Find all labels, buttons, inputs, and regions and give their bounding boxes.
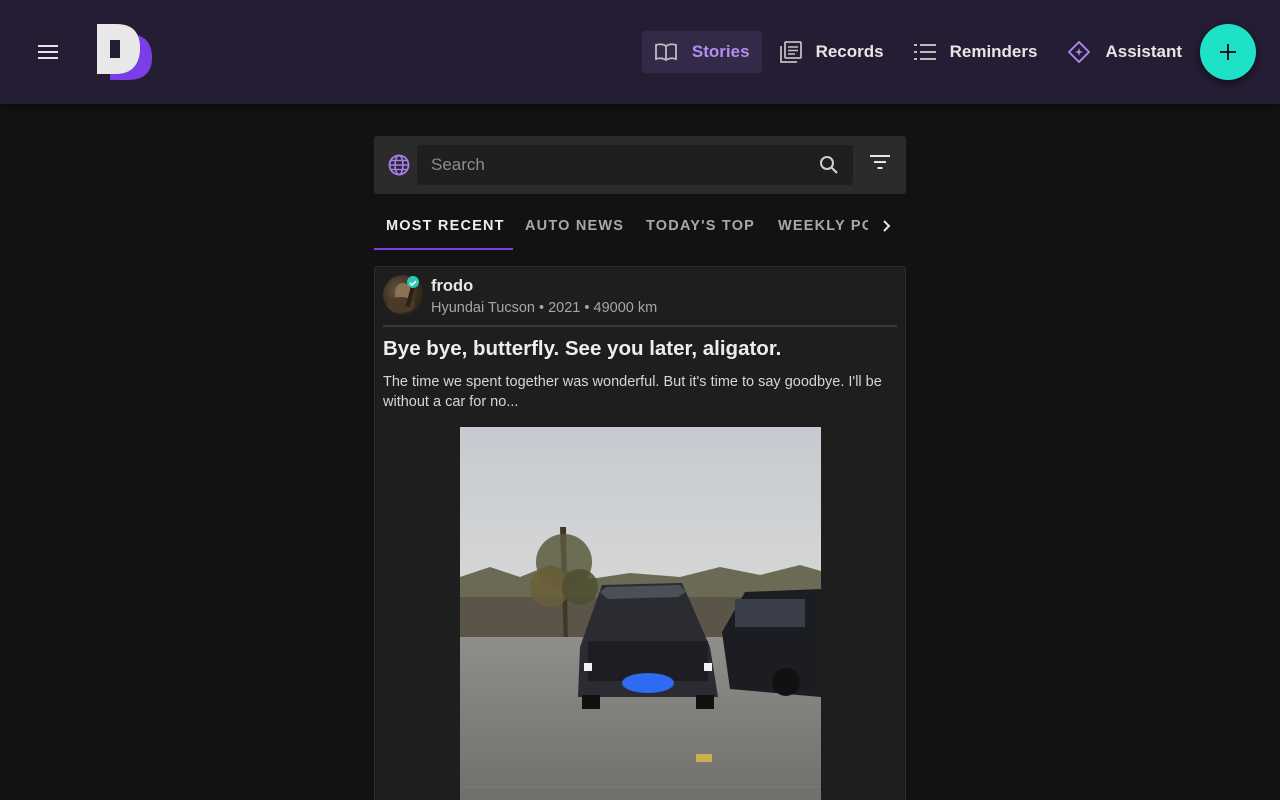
globe-icon[interactable]: [388, 154, 410, 176]
main-nav: Stories Records Reminders Assistant: [641, 31, 1194, 73]
book-open-icon: [655, 43, 677, 62]
nav-records-label: Records: [815, 42, 884, 61]
tab-most-recent[interactable]: MOST RECENT: [386, 202, 505, 250]
create-button[interactable]: [1200, 24, 1256, 80]
car-photo: [460, 427, 821, 800]
story-excerpt: The time we spent together was wonderful…: [383, 374, 882, 410]
menu-button[interactable]: [30, 34, 66, 70]
nav-assistant[interactable]: Assistant: [1055, 31, 1194, 73]
tab-auto-news[interactable]: AUTO NEWS: [525, 202, 624, 250]
tab-todays-top[interactable]: TODAY'S TOP: [646, 202, 755, 250]
top-app-bar: Stories Records Reminders Assistant: [0, 0, 1280, 104]
story-card[interactable]: frodo Hyundai Tucson • 2021 • 49000 km B…: [374, 266, 906, 800]
feed-tabs: MOST RECENT AUTO NEWS TODAY'S TOP WEEKLY…: [374, 202, 906, 250]
nav-stories-label: Stories: [691, 42, 750, 61]
app-logo[interactable]: [96, 22, 154, 82]
search-icon[interactable]: [819, 155, 839, 175]
nav-reminders-label: Reminders: [949, 42, 1038, 61]
tab-weekly-popular-clip: WEEKLY POPULAR: [778, 202, 868, 250]
nav-reminders[interactable]: Reminders: [902, 31, 1050, 73]
logo-icon: [97, 24, 152, 80]
story-title[interactable]: Bye bye, butterfly. See you later, aliga…: [383, 337, 781, 361]
search-field: [417, 145, 853, 185]
records-icon: [779, 41, 802, 63]
check-icon: [409, 280, 417, 287]
search-bar: [374, 136, 906, 194]
nav-records[interactable]: Records: [768, 31, 896, 73]
tab-weekly-popular[interactable]: WEEKLY POPULAR: [778, 202, 868, 250]
vehicle-meta: Hyundai Tucson • 2021 • 49000 km: [431, 300, 658, 316]
card-divider: [383, 325, 897, 327]
search-input[interactable]: [417, 145, 807, 185]
chevron-right-icon[interactable]: [874, 214, 898, 238]
verified-badge: [407, 276, 419, 288]
plus-icon: [1220, 44, 1236, 60]
list-icon: [913, 44, 936, 60]
hamburger-menu-icon: [38, 45, 58, 59]
nav-assistant-label: Assistant: [1105, 42, 1182, 61]
author-name[interactable]: frodo: [431, 277, 473, 296]
nav-stories[interactable]: Stories: [641, 31, 762, 73]
sparkle-diamond-icon: [1068, 41, 1091, 63]
active-tab-indicator: [374, 248, 513, 250]
filter-icon[interactable]: [870, 155, 890, 169]
story-photo[interactable]: [460, 427, 821, 800]
